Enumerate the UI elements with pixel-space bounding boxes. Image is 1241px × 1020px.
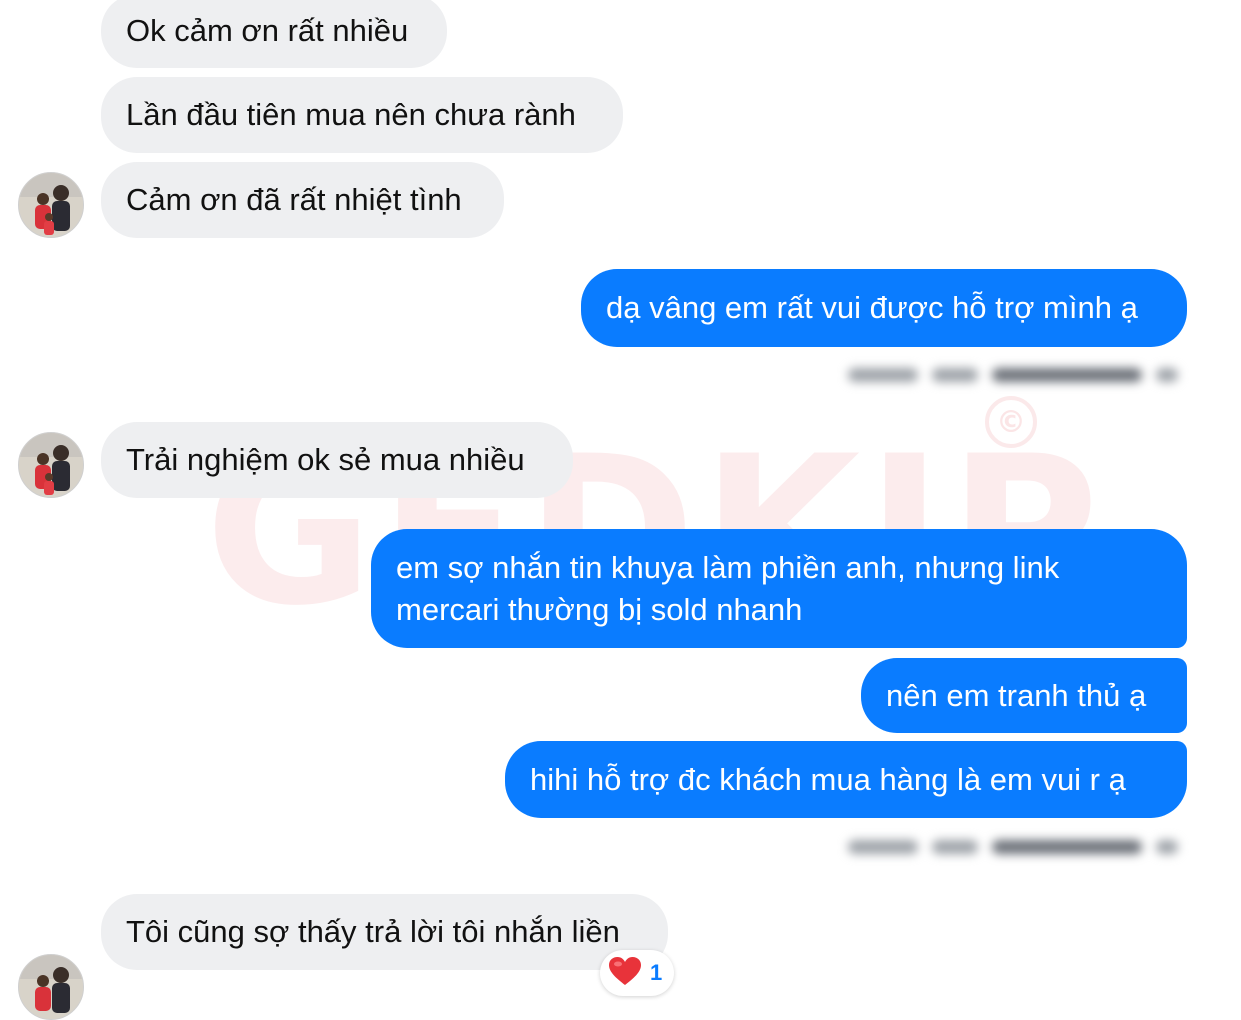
contact-avatar[interactable] [18, 172, 84, 238]
outgoing-message[interactable]: hihi hỗ trợ đc khách mua hàng là em vui … [505, 741, 1187, 818]
outgoing-message[interactable]: nên em tranh thủ ạ [861, 658, 1187, 733]
message-text: nên em tranh thủ ạ [886, 677, 1147, 713]
incoming-message[interactable]: Lần đầu tiên mua nên chưa rành [101, 77, 623, 153]
message-text: Cảm ơn đã rất nhiệt tình [126, 182, 462, 217]
incoming-message[interactable]: Cảm ơn đã rất nhiệt tình [101, 162, 504, 238]
message-text: dạ vâng em rất vui được hỗ trợ mình ạ [606, 290, 1138, 325]
heart-icon [608, 956, 642, 991]
incoming-message[interactable]: Tôi cũng sợ thấy trả lời tôi nhắn liền [101, 894, 668, 970]
message-text: Ok cảm ơn rất nhiều [126, 13, 409, 48]
contact-avatar[interactable] [18, 954, 84, 1020]
outgoing-message[interactable]: dạ vâng em rất vui được hỗ trợ mình ạ [581, 269, 1187, 347]
blurred-seen-status [836, 832, 1192, 862]
watermark-copyright: © [985, 396, 1037, 448]
message-text: em sợ nhắn tin khuya làm phiền anh, nhưn… [396, 550, 1060, 627]
message-text: Tôi cũng sợ thấy trả lời tôi nhắn liền [126, 914, 620, 949]
contact-avatar[interactable] [18, 432, 84, 498]
message-text: Lần đầu tiên mua nên chưa rành [126, 97, 576, 132]
incoming-message[interactable]: Trải nghiệm ok sẻ mua nhiều [101, 422, 573, 498]
blurred-seen-status [836, 360, 1192, 390]
message-reaction[interactable]: 1 [600, 950, 675, 996]
incoming-message[interactable]: Ok cảm ơn rất nhiều [101, 0, 447, 68]
message-text: Trải nghiệm ok sẻ mua nhiều [126, 442, 525, 477]
message-text: hihi hỗ trợ đc khách mua hàng là em vui … [530, 761, 1126, 797]
reaction-count: 1 [650, 960, 663, 985]
outgoing-message[interactable]: em sợ nhắn tin khuya làm phiền anh, nhưn… [371, 529, 1187, 648]
